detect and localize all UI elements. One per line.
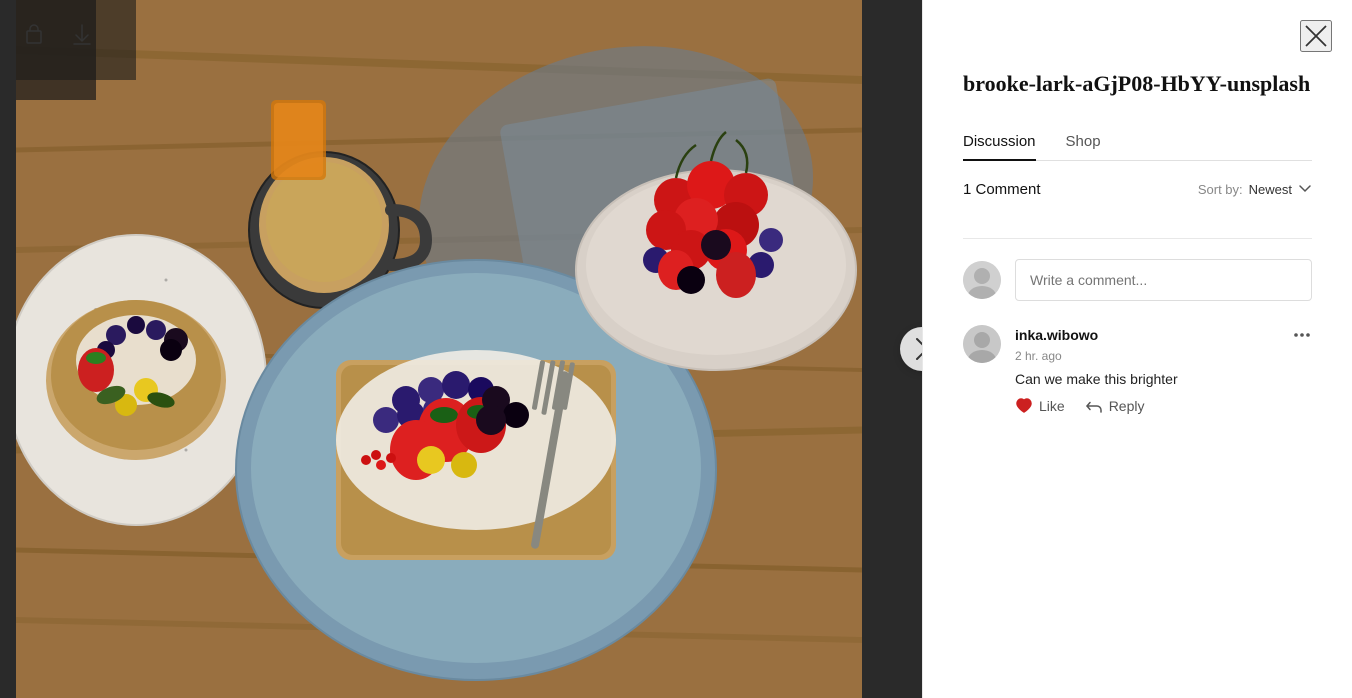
heart-icon — [1015, 397, 1033, 415]
commenter-name: inka.wibowo — [1015, 327, 1098, 343]
comment-count: 1 Comment — [963, 181, 1041, 198]
comment-item: inka.wibowo 2 hr. ago Can we make this b… — [963, 325, 1312, 415]
comment-header: 1 Comment Sort by: Newest — [963, 181, 1312, 198]
next-arrow[interactable] — [900, 327, 922, 371]
comment-meta: inka.wibowo — [1015, 325, 1312, 345]
reply-button[interactable]: Reply — [1085, 397, 1145, 415]
reply-icon — [1085, 397, 1103, 415]
image-title: brooke-lark-aGjP08-HbYY-unsplash — [963, 70, 1312, 99]
right-panel: brooke-lark-aGjP08-HbYY-unsplash Discuss… — [922, 0, 1352, 698]
chevron-down-icon — [1298, 182, 1312, 196]
current-user-avatar — [963, 261, 1001, 299]
toolbar — [20, 20, 96, 48]
sort-prefix: Sort by: — [1198, 182, 1243, 197]
comment-actions: Like Reply — [1015, 397, 1312, 415]
commenter-avatar — [963, 325, 1001, 363]
like-button[interactable]: Like — [1015, 397, 1065, 415]
more-options-button[interactable] — [1292, 325, 1312, 345]
download-icon[interactable] — [68, 20, 96, 48]
comment-time: 2 hr. ago — [1015, 349, 1312, 363]
tab-shop[interactable]: Shop — [1066, 123, 1101, 160]
comment-input[interactable] — [1015, 259, 1312, 301]
comment-input-row — [963, 259, 1312, 301]
separator — [963, 238, 1312, 239]
image-area — [0, 0, 922, 698]
comment-text: Can we make this brighter — [1015, 371, 1312, 387]
bag-icon[interactable] — [20, 20, 48, 48]
close-button[interactable] — [1300, 20, 1332, 52]
tab-discussion[interactable]: Discussion — [963, 123, 1036, 160]
sort-value: Newest — [1249, 182, 1292, 197]
comment-body: inka.wibowo 2 hr. ago Can we make this b… — [1015, 325, 1312, 415]
tabs: Discussion Shop — [963, 123, 1312, 161]
image-panel — [0, 0, 922, 698]
sort-selector[interactable]: Sort by: Newest — [1198, 182, 1312, 197]
